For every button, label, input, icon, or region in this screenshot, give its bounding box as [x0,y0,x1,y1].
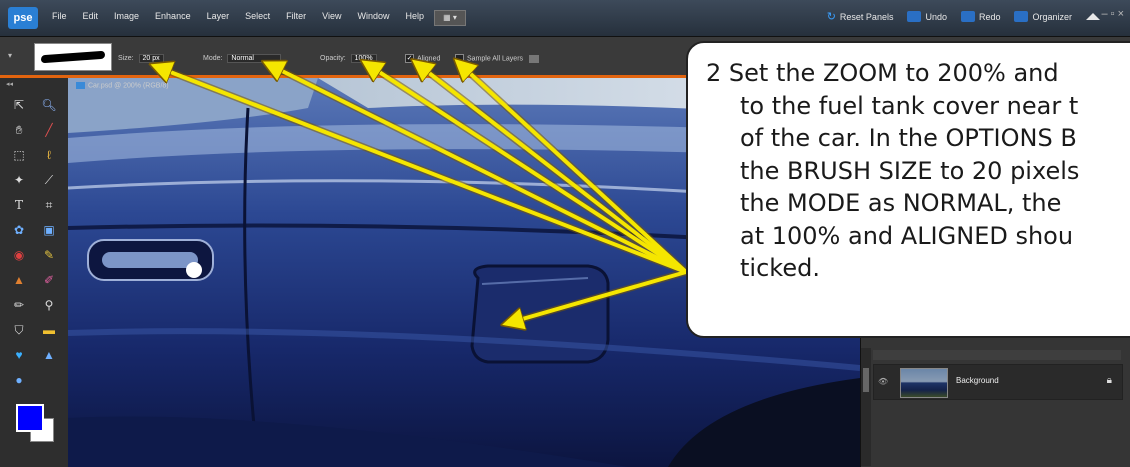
hand-tool-icon[interactable]: ✋︎ [8,121,30,140]
document-icon [76,82,85,89]
redo-button[interactable]: Redo [960,10,1001,23]
layer-name: Background [956,376,999,385]
window-controls[interactable]: – ▫ × [1101,8,1124,20]
healing-brush-tool-icon[interactable]: ✎ [38,246,60,265]
callout-line-4: the BRUSH SIZE to 20 pixels [740,156,1080,185]
home-icon [1086,13,1100,20]
aligned-option: ✓ Aligned [405,54,440,63]
organizer-label: Organizer [1032,11,1072,22]
instruction-callout: 2 Set the ZOOM to 200% and to the fuel t… [686,41,1130,338]
redo-label: Redo [978,11,1001,22]
menu-filter[interactable]: Filter [286,11,306,21]
size-option: Size: 20 px [118,54,164,63]
aligned-checkbox[interactable]: ✓ [405,54,414,63]
document-title: Car.psd @ 200% (RGB/8) [88,82,169,90]
menu-edit[interactable]: Edit [83,11,99,21]
layer-thumbnail [900,368,948,398]
toolbox: ◂◂ ⇱ 🔍︎ ✋︎ ╱ ⬚ ℓ ✦ ⟋ T ⌗ ✿ ▣ ◉ ✎ ▲ ✐ ✏︎ … [0,78,69,467]
reset-panels-button[interactable]: ↻ Reset Panels [827,10,894,23]
gradient-tool-icon[interactable]: ▬ [38,321,60,340]
brush-stroke-icon [41,50,105,64]
clone-stamp-tool-icon[interactable]: ▲ [8,271,30,290]
type-tool-icon[interactable]: T [8,196,30,215]
main-menu: File Edit Image Enhance Layer Select Fil… [52,11,424,21]
marquee-tool-icon[interactable]: ⬚ [8,146,30,165]
eyedropper-tool-icon[interactable]: ╱ [38,121,60,140]
menu-image[interactable]: Image [114,11,139,21]
cookie-cutter-tool-icon[interactable]: ✿ [8,221,30,240]
menu-select[interactable]: Select [245,11,270,21]
tool-grid: ⇱ 🔍︎ ✋︎ ╱ ⬚ ℓ ✦ ⟋ T ⌗ ✿ ▣ ◉ ✎ ▲ ✐ ✏︎ ⚲ ⛉… [8,96,62,390]
app-logo: pse [8,7,38,29]
callout-line-2: to the fuel tank cover near t [740,91,1079,120]
menu-window[interactable]: Window [357,11,389,21]
visibility-eye-icon[interactable]: 👁︎ [878,377,888,386]
undo-icon [907,11,922,22]
clone-overlay-icon[interactable] [528,54,539,63]
callout-line-3: of the car. In the OPTIONS B [740,124,1077,152]
opacity-label: Opacity: [320,55,346,62]
move-tool-icon[interactable]: ⇱ [8,96,30,115]
callout-line-7: ticked. [740,254,820,282]
top-right-buttons: ↻ Reset Panels Undo Redo Organizer [827,10,1100,23]
tool-preset-icon[interactable]: ▾ [8,51,12,60]
callout-line-6: at 100% and ALIGNED shou [740,221,1074,250]
undo-button[interactable]: Undo [907,10,947,23]
sample-all-layers-label: Sample All Layers [467,55,524,63]
organizer-icon [1014,11,1029,22]
sponge-tool-icon[interactable]: ● [8,371,30,390]
size-field[interactable]: 20 px [138,54,164,63]
menu-enhance[interactable]: Enhance [155,11,191,21]
red-eye-tool-icon[interactable]: ◉ [8,246,30,265]
brush-tool-icon[interactable]: ✏︎ [8,296,30,315]
opacity-option: Opacity: 100% [320,54,377,63]
size-label: Size: [118,55,134,62]
opacity-field[interactable]: 100% [350,54,377,63]
layers-scrollbar[interactable] [861,348,871,466]
selection-brush-tool-icon[interactable]: ⟋ [38,171,60,190]
magic-wand-tool-icon[interactable]: ✦ [8,171,30,190]
smart-brush-tool-icon[interactable]: ⚲ [38,296,60,315]
redo-icon [960,11,975,22]
custom-shape-tool-icon[interactable]: ♥ [8,346,30,365]
callout-line-5: the MODE as NORMAL, the [740,189,1062,217]
reset-icon: ↻ [826,11,836,23]
menu-layer[interactable]: Layer [207,11,230,21]
blur-tool-icon[interactable]: ▲ [38,346,60,365]
organizer-button[interactable]: Organizer [1014,10,1072,23]
eraser-tool-icon[interactable]: ✐ [38,271,60,290]
paint-bucket-tool-icon[interactable]: ⛉ [8,321,30,340]
scrollbar-thumb[interactable] [863,368,869,392]
crop-tool-icon[interactable]: ⌗ [38,196,60,215]
undo-label: Undo [925,11,947,22]
menu-help[interactable]: Help [405,11,424,21]
foreground-color-swatch[interactable] [16,404,44,432]
lasso-tool-icon[interactable]: ℓ [38,146,60,165]
layers-header [873,350,1121,360]
sample-all-layers-checkbox[interactable] [455,54,464,63]
aligned-label: Aligned [417,55,441,63]
layer-row-background[interactable]: 👁︎ Background 🔒︎ [873,364,1123,400]
callout-line-1: 2 Set the ZOOM to 200% and [706,59,1059,87]
toolbox-collapse-icon[interactable]: ◂◂ [6,80,13,88]
menu-bar: pse File Edit Image Enhance Layer Select… [0,0,1130,37]
brush-preview[interactable] [34,43,112,71]
workspace-menu-button[interactable]: ▦ ▾ [434,10,466,26]
lock-icon: 🔒︎ [1106,375,1112,386]
menu-file[interactable]: File [52,11,67,21]
mode-select[interactable]: Normal [227,54,282,63]
mode-label: Mode: [203,55,223,62]
sample-all-layers-option: Sample All Layers [455,54,539,63]
reset-panels-label: Reset Panels [839,11,894,22]
mode-option: Mode: Normal [203,54,282,63]
document-tab[interactable]: Car.psd @ 200% (RGB/8) [76,82,169,89]
zoom-tool-icon[interactable]: 🔍︎ [38,96,60,115]
home-button[interactable] [1086,10,1100,23]
menu-view[interactable]: View [322,11,341,21]
straighten-tool-icon[interactable]: ▣ [38,221,60,240]
